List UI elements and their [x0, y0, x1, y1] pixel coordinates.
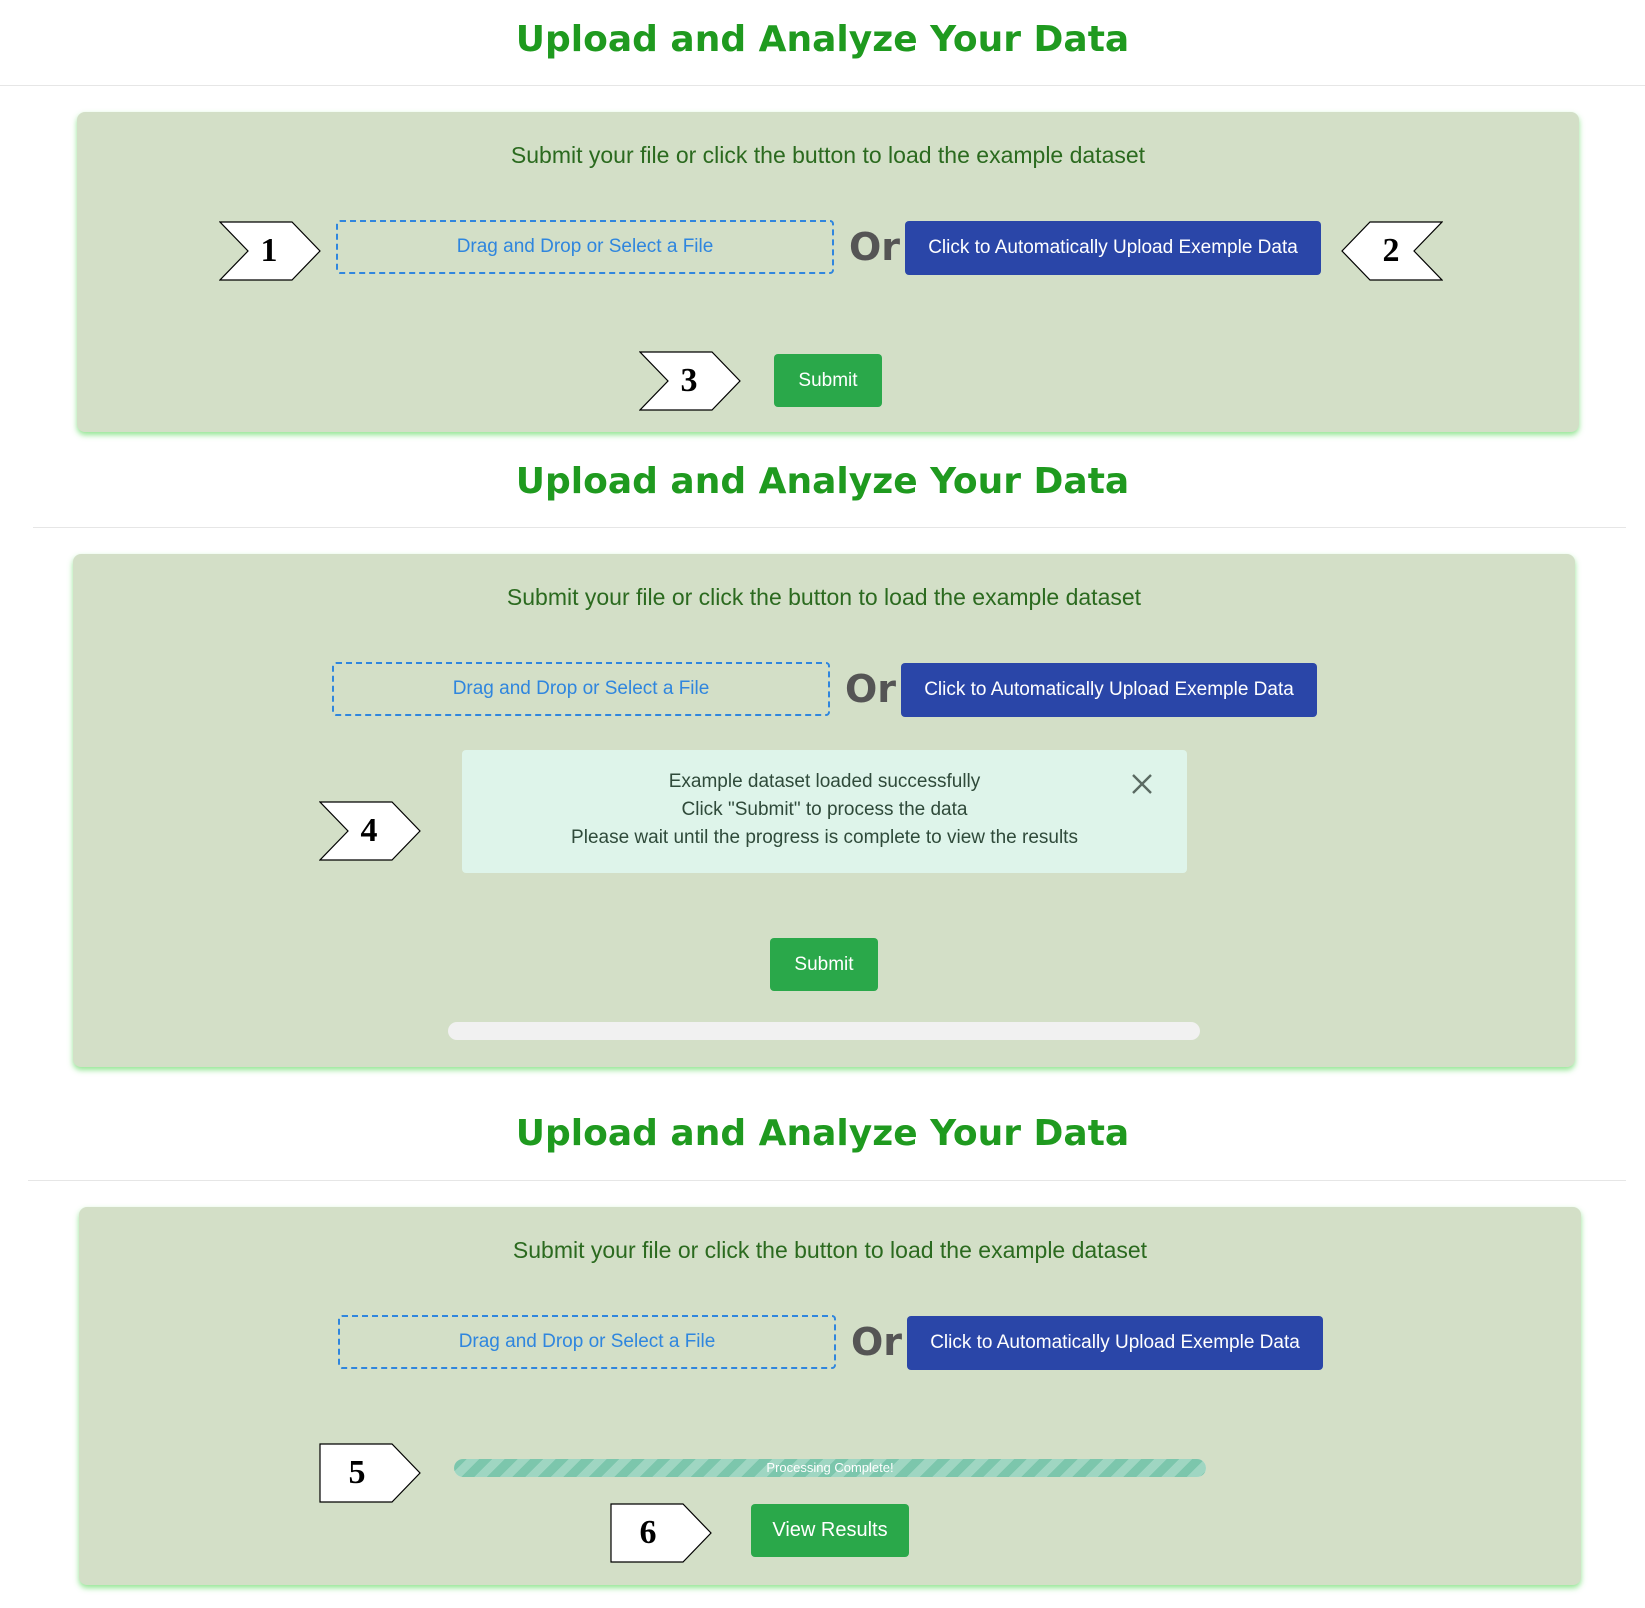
file-dropzone[interactable]: Drag and Drop or Select a File — [338, 1315, 836, 1369]
view-results-button[interactable]: View Results — [751, 1504, 909, 1557]
file-dropzone[interactable]: Drag and Drop or Select a File — [332, 662, 830, 716]
callout-6: 6 — [610, 1503, 712, 1563]
load-example-button[interactable]: Click to Automatically Upload Exemple Da… — [905, 221, 1321, 275]
callout-number: 5 — [348, 1454, 366, 1491]
upload-card: Submit your file or click the button to … — [73, 554, 1575, 1067]
or-separator: Or — [849, 225, 901, 269]
callout-number: 1 — [260, 232, 278, 269]
callout-number: 6 — [639, 1514, 657, 1551]
callout-4: 4 — [318, 801, 421, 861]
page-title: Upload and Analyze Your Data — [515, 1113, 1130, 1154]
callout-number: 2 — [1382, 232, 1400, 269]
close-icon[interactable] — [1130, 772, 1154, 796]
callout-5: 5 — [319, 1443, 421, 1503]
load-example-button[interactable]: Click to Automatically Upload Exemple Da… — [907, 1316, 1323, 1370]
instruction-text: Submit your file or click the button to … — [510, 142, 1146, 168]
alert-line: Click "Submit" to process the data — [681, 799, 968, 820]
or-separator: Or — [845, 667, 897, 711]
callout-number: 4 — [360, 812, 378, 849]
callout-2: 2 — [1341, 221, 1444, 281]
load-example-button[interactable]: Click to Automatically Upload Exemple Da… — [901, 663, 1317, 717]
title-divider — [33, 527, 1626, 528]
alert-line: Example dataset loaded successfully — [668, 771, 981, 792]
alert-message: Example dataset loaded successfully Clic… — [462, 768, 1187, 852]
title-divider — [28, 1180, 1626, 1181]
callout-3: 3 — [638, 351, 741, 411]
progress-bar — [448, 1022, 1200, 1040]
progress-label: Processing Complete! — [766, 1460, 894, 1475]
page-title: Upload and Analyze Your Data — [515, 461, 1130, 502]
instruction-text: Submit your file or click the button to … — [506, 584, 1142, 610]
instruction-text: Submit your file or click the button to … — [512, 1237, 1148, 1263]
submit-button[interactable]: Submit — [770, 938, 878, 991]
callout-1: 1 — [218, 221, 321, 281]
file-dropzone[interactable]: Drag and Drop or Select a File — [336, 220, 834, 274]
upload-card: Submit your file or click the button to … — [79, 1207, 1581, 1585]
progress-bar: Processing Complete! — [454, 1459, 1206, 1477]
callout-number: 3 — [680, 362, 698, 399]
success-alert: Example dataset loaded successfully Clic… — [462, 750, 1187, 873]
submit-button[interactable]: Submit — [774, 354, 882, 407]
or-separator: Or — [851, 1320, 903, 1364]
page-title: Upload and Analyze Your Data — [515, 19, 1130, 60]
title-divider — [0, 85, 1645, 86]
alert-line: Please wait until the progress is comple… — [571, 827, 1078, 848]
